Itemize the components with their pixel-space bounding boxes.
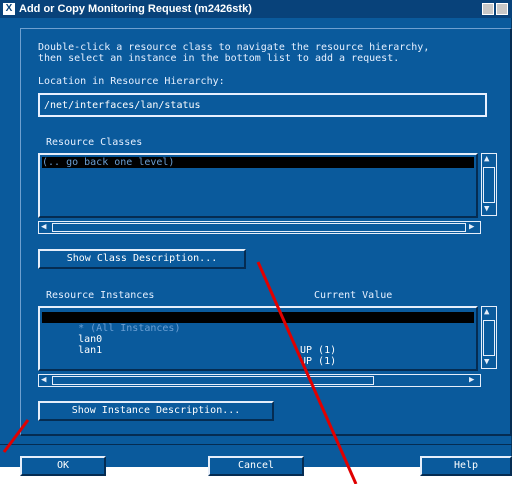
annotation-overlay <box>2 261 358 484</box>
red-annotation-line <box>2 419 30 453</box>
red-annotation-line <box>256 261 358 484</box>
